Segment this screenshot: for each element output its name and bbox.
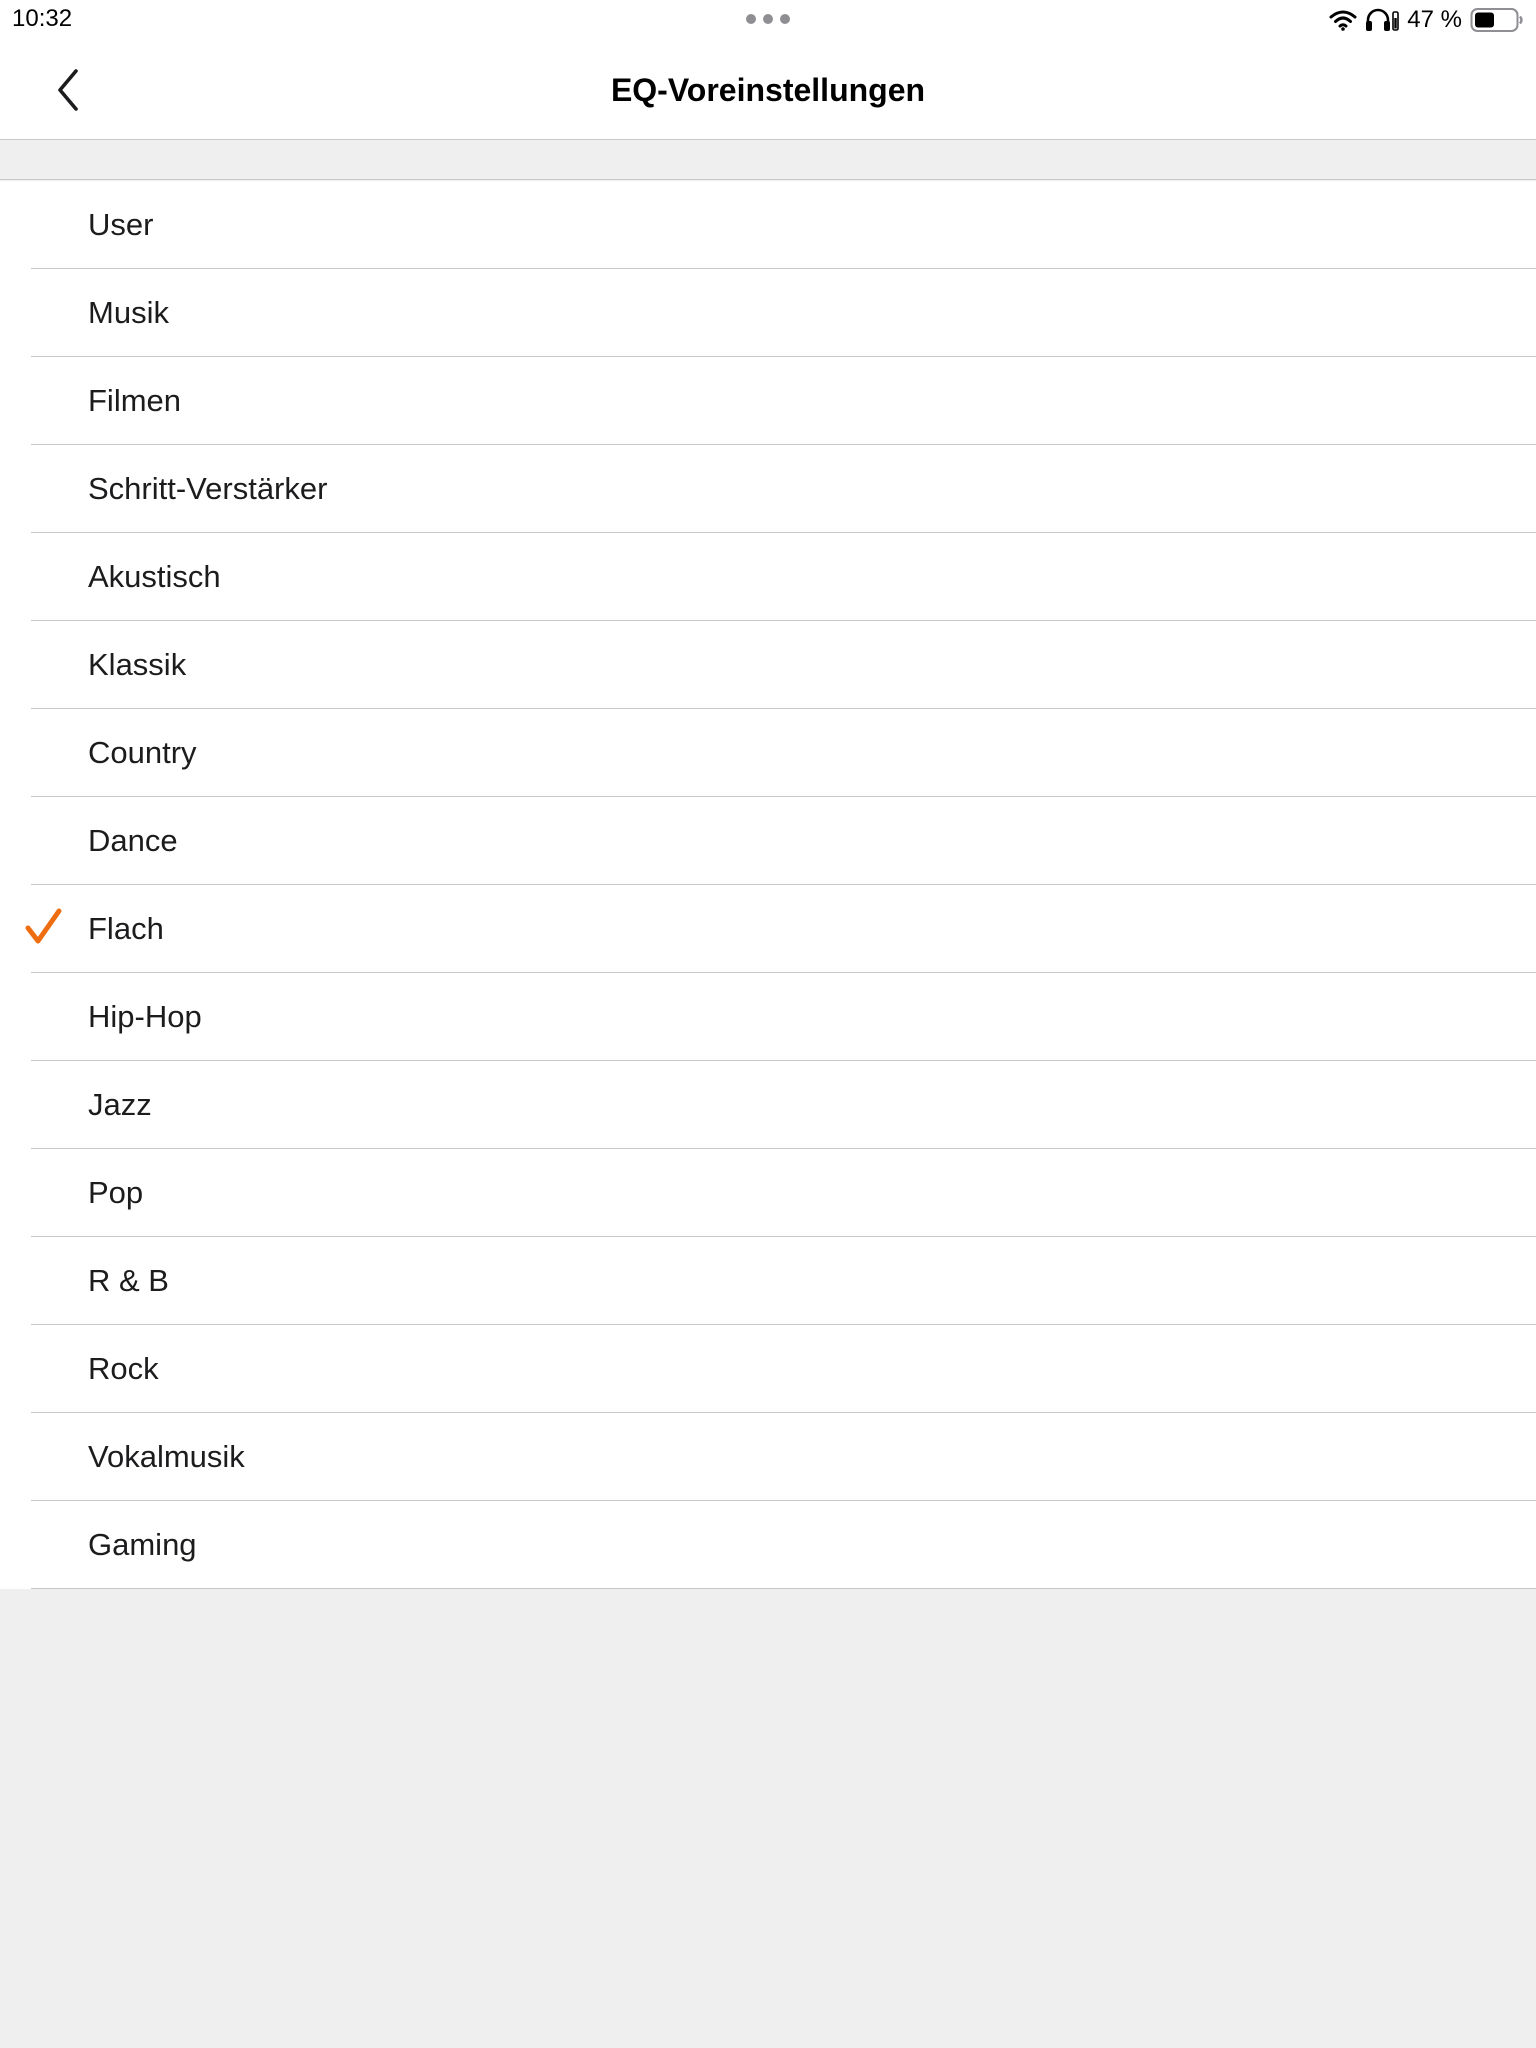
preset-label: Dance bbox=[88, 823, 178, 858]
preset-label: Pop bbox=[88, 1175, 144, 1210]
page-title: EQ-Voreinstellungen bbox=[610, 72, 926, 108]
battery-percentage: 47 % bbox=[1407, 6, 1462, 33]
preset-label: R & B bbox=[88, 1263, 169, 1298]
checkmark-icon bbox=[25, 908, 62, 944]
preset-row[interactable]: User bbox=[0, 181, 1536, 269]
preset-row[interactable]: Country bbox=[0, 709, 1536, 797]
preset-label: Filmen bbox=[88, 383, 182, 418]
eq-preset-list: User Musik Filmen Schritt-Verstärker Akustis… bbox=[0, 181, 1536, 1589]
headphones-icon bbox=[1366, 8, 1400, 31]
preset-row[interactable]: Pop bbox=[0, 1149, 1536, 1237]
preset-row[interactable]: Jazz bbox=[0, 1061, 1536, 1149]
preset-row[interactable]: Klassik bbox=[0, 621, 1536, 709]
preset-label: Country bbox=[88, 735, 197, 770]
preset-row[interactable]: Gaming bbox=[0, 1501, 1536, 1589]
preset-label: Gaming bbox=[88, 1527, 197, 1562]
multitasking-dots-icon[interactable] bbox=[746, 14, 790, 24]
preset-label: Hip-Hop bbox=[88, 999, 202, 1034]
preset-row[interactable]: Schritt-Verstärker bbox=[0, 445, 1536, 533]
status-time: 10:32 bbox=[12, 5, 73, 32]
battery-icon bbox=[1470, 8, 1523, 32]
preset-row[interactable]: Hip-Hop bbox=[0, 973, 1536, 1061]
preset-row[interactable]: R & B bbox=[0, 1237, 1536, 1325]
navigation-bar: EQ-Voreinstellungen bbox=[0, 40, 1536, 140]
preset-row[interactable]: Vokalmusik bbox=[0, 1413, 1536, 1501]
preset-row[interactable]: Flach bbox=[0, 885, 1536, 973]
preset-label: Akustisch bbox=[88, 559, 221, 594]
preset-row[interactable]: Musik bbox=[0, 269, 1536, 357]
status-indicators: 47 % bbox=[1329, 4, 1524, 36]
preset-row[interactable]: Dance bbox=[0, 797, 1536, 885]
preset-label: Rock bbox=[88, 1351, 159, 1386]
preset-row[interactable]: Filmen bbox=[0, 357, 1536, 445]
preset-label: Vokalmusik bbox=[88, 1439, 245, 1474]
preset-row[interactable]: Rock bbox=[0, 1325, 1536, 1413]
preset-label: Schritt-Verstärker bbox=[88, 471, 328, 506]
preset-label: User bbox=[88, 207, 154, 242]
preset-label: Jazz bbox=[88, 1087, 152, 1122]
wifi-icon bbox=[1329, 10, 1357, 31]
preset-row[interactable]: Akustisch bbox=[0, 533, 1536, 621]
status-bar: 10:32 47 % bbox=[0, 0, 1536, 40]
section-spacer bbox=[0, 140, 1536, 180]
preset-label: Flach bbox=[88, 911, 164, 946]
preset-label: Musik bbox=[88, 295, 169, 330]
preset-label: Klassik bbox=[88, 647, 187, 682]
